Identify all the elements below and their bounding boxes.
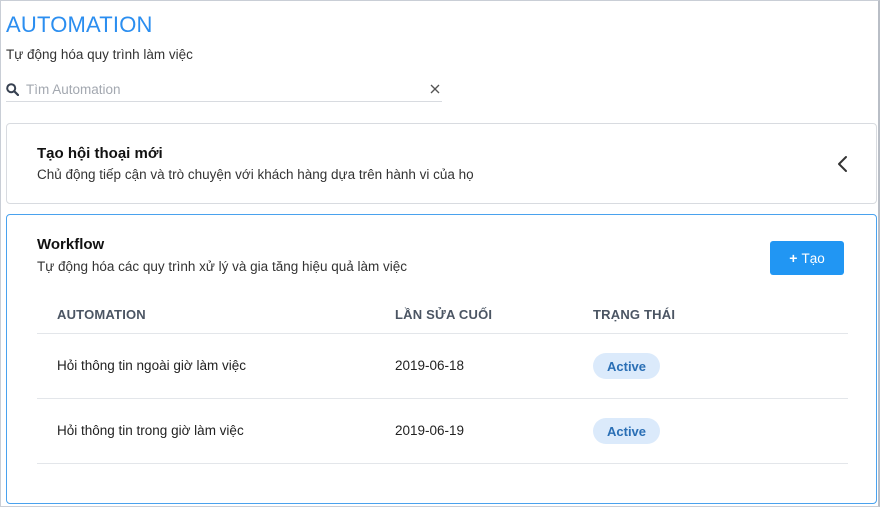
status-badge: Active <box>593 418 661 444</box>
table-header: AUTOMATION LẦN SỬA CUỐI TRẠNG THÁI <box>37 295 848 334</box>
search-input[interactable] <box>26 81 428 97</box>
plus-icon: + <box>789 250 798 266</box>
table-row[interactable]: Hỏi thông tin ngoài giờ làm việc 2019-06… <box>37 334 848 399</box>
column-header-status: TRẠNG THÁI <box>593 307 676 322</box>
new-conversation-card[interactable]: Tạo hội thoại mới Chủ động tiếp cận và t… <box>6 123 877 204</box>
page-subtitle: Tự động hóa quy trình làm việc <box>6 47 193 62</box>
create-button[interactable]: + Tạo <box>770 241 844 275</box>
page-title: AUTOMATION <box>6 12 153 37</box>
new-conversation-title: Tạo hội thoại mới <box>37 145 163 162</box>
search-bar <box>6 77 442 102</box>
automation-name[interactable]: Hỏi thông tin trong giờ làm việc <box>57 423 244 438</box>
workflow-card: Workflow Tự động hóa các quy trình xử lý… <box>6 214 877 504</box>
status-badge: Active <box>593 353 661 379</box>
last-edited-date: 2019-06-19 <box>395 423 465 438</box>
new-conversation-description: Chủ động tiếp cận và trò chuyện với khác… <box>37 167 474 182</box>
chevron-left-icon[interactable] <box>836 155 850 173</box>
workflow-title: Workflow <box>37 236 105 253</box>
column-header-automation: AUTOMATION <box>57 307 146 322</box>
automation-table: AUTOMATION LẦN SỬA CUỐI TRẠNG THÁI Hỏi t… <box>37 295 848 464</box>
workflow-description: Tự động hóa các quy trình xử lý và gia t… <box>37 259 408 274</box>
clear-icon[interactable] <box>428 82 442 96</box>
search-icon <box>6 82 20 96</box>
create-button-label: Tạo <box>801 250 825 266</box>
column-header-last-edited: LẦN SỬA CUỐI <box>395 307 493 322</box>
last-edited-date: 2019-06-18 <box>395 358 465 373</box>
automation-name[interactable]: Hỏi thông tin ngoài giờ làm việc <box>57 358 246 373</box>
table-row[interactable]: Hỏi thông tin trong giờ làm việc 2019-06… <box>37 399 848 464</box>
